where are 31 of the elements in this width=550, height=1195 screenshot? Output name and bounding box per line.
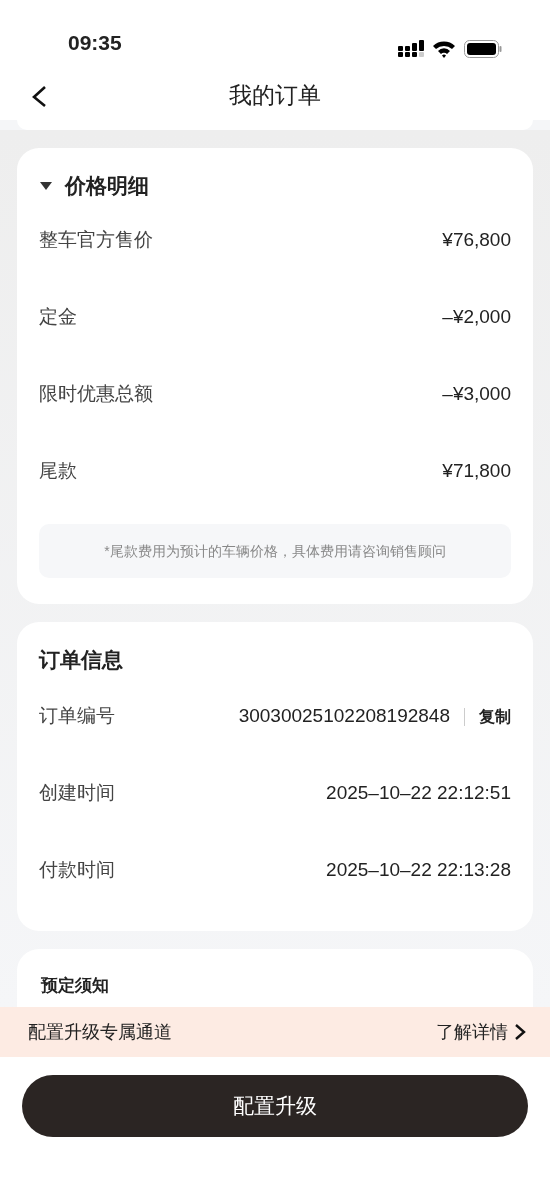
price-value: –¥2,000 bbox=[442, 305, 511, 330]
order-label: 订单编号 bbox=[39, 704, 115, 729]
order-label: 创建时间 bbox=[39, 781, 115, 806]
wifi-icon bbox=[432, 40, 456, 58]
section-title: 订单信息 bbox=[39, 647, 124, 673]
price-label: 定金 bbox=[39, 305, 77, 330]
price-label: 整车官方售价 bbox=[39, 228, 153, 253]
order-value: 30030025102208192848 bbox=[238, 704, 450, 729]
battery-icon bbox=[464, 40, 502, 58]
caret-down-icon[interactable] bbox=[39, 180, 53, 192]
banner-text: 配置升级专属通道 bbox=[28, 1020, 172, 1044]
price-value: –¥3,000 bbox=[442, 382, 511, 407]
details-link[interactable]: 了解详情 bbox=[436, 1018, 508, 1046]
upgrade-banner[interactable]: 配置升级专属通道 了解详情 bbox=[0, 1007, 550, 1057]
order-label: 付款时间 bbox=[39, 858, 115, 883]
price-value: ¥71,800 bbox=[442, 459, 511, 484]
price-value: ¥76,800 bbox=[442, 228, 511, 253]
chevron-right-icon bbox=[514, 1023, 526, 1041]
back-icon[interactable] bbox=[30, 84, 48, 108]
copy-button[interactable]: 复制 bbox=[479, 704, 511, 729]
upgrade-button[interactable]: 配置升级 bbox=[22, 1075, 528, 1137]
section-title: 价格明细 bbox=[65, 173, 149, 200]
price-label: 尾款 bbox=[39, 459, 77, 484]
order-value: 2025–10–22 22:12:51 bbox=[326, 781, 511, 806]
order-value: 2025–10–22 22:13:28 bbox=[326, 858, 511, 883]
price-label: 限时优惠总额 bbox=[39, 382, 153, 407]
signal-icon bbox=[398, 40, 424, 58]
section-title: 预定须知 bbox=[41, 976, 109, 995]
price-note: *尾款费用为预计的车辆价格，具体费用请咨询销售顾问 bbox=[39, 524, 511, 578]
page-title: 我的订单 bbox=[229, 80, 321, 110]
status-time: 09:35 bbox=[68, 29, 122, 56]
